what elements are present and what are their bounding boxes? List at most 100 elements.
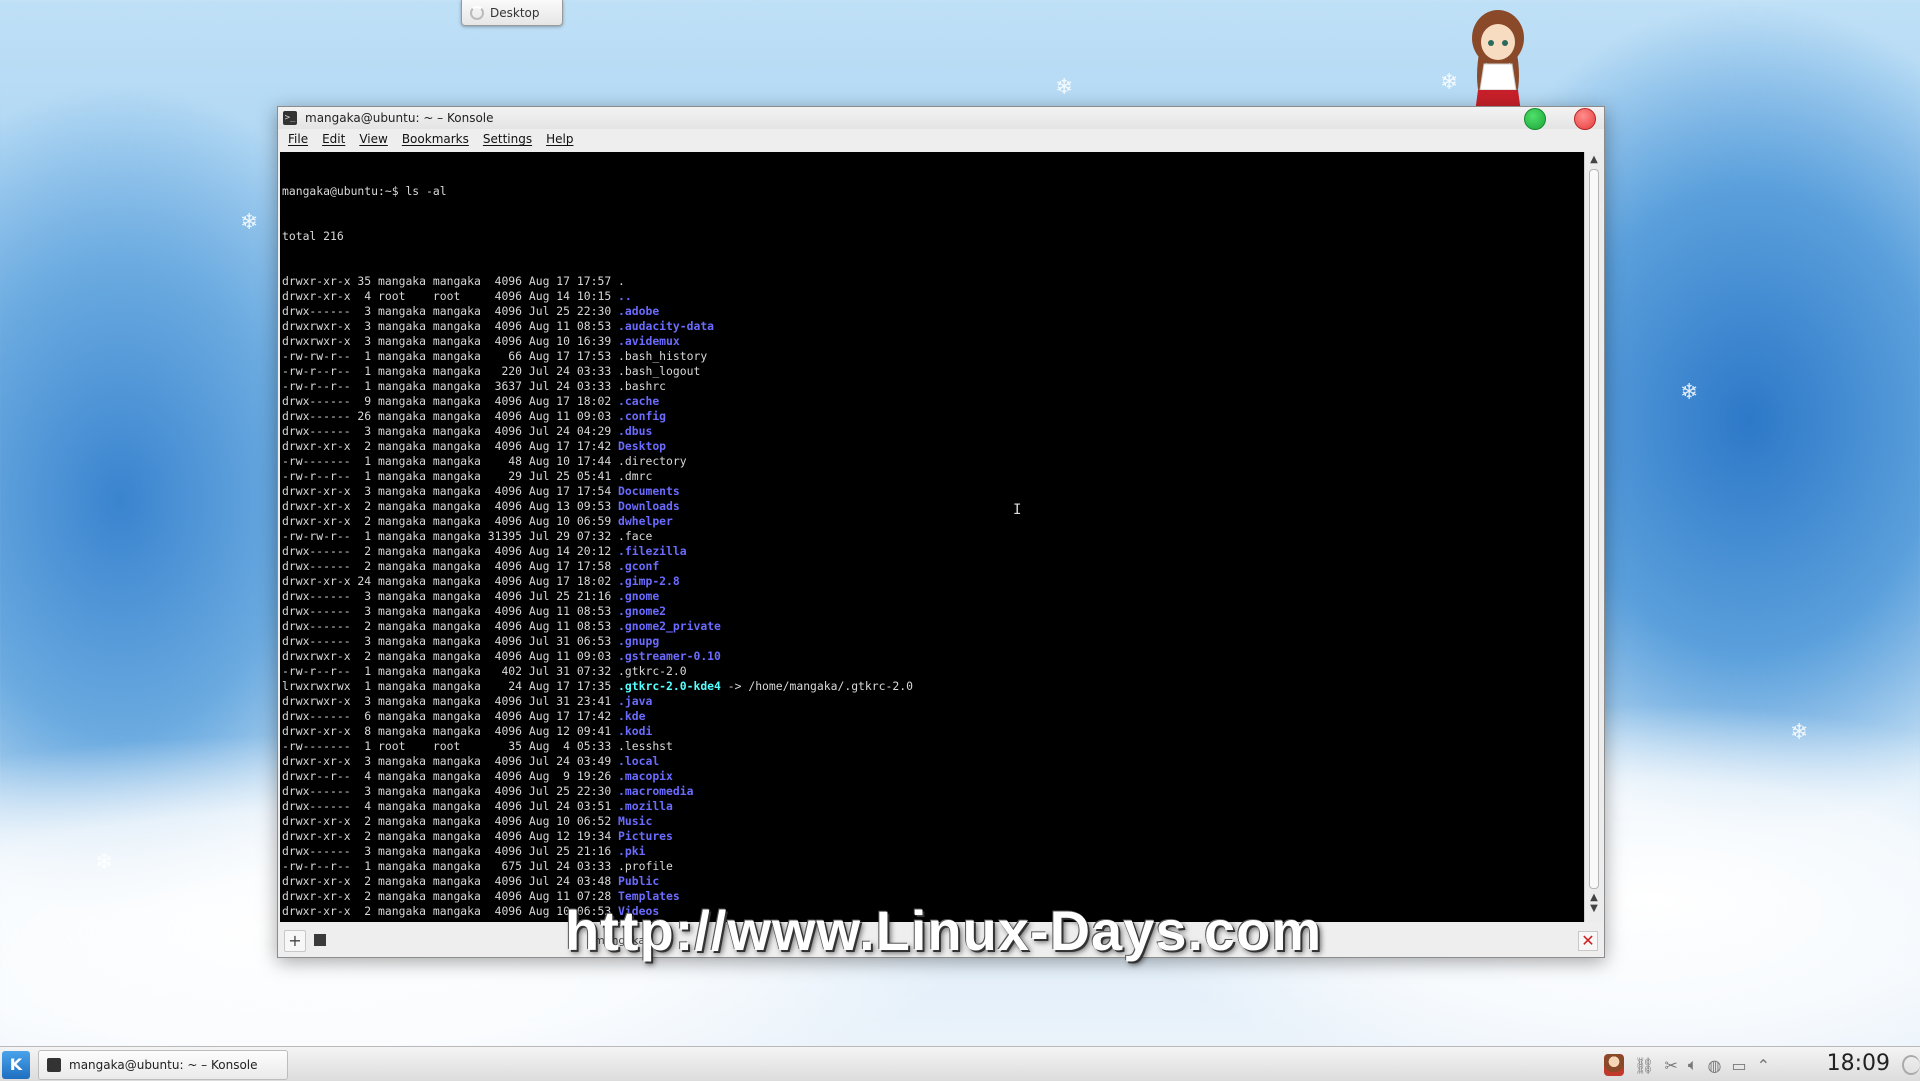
file-meta: drwxr-xr-x 2 mangaka mangaka 4096 Aug 12… [282,829,619,843]
listing-row: drwxr-xr-x 35 mangaka mangaka 4096 Aug 1… [282,274,1572,289]
listing-row: drwxrwxr-x 3 mangaka mangaka 4096 Aug 11… [282,319,1572,334]
file-meta: drwx------ 2 mangaka mangaka 4096 Aug 14… [282,544,619,558]
prompt: mangaka@ubuntu:~$ [282,184,406,198]
tools-icon[interactable]: ✂ [1664,1056,1677,1075]
desktop-pager[interactable]: Desktop [461,0,563,26]
file-name: .bash_history [618,349,708,363]
scrollbar[interactable]: ▲ ▲ ▼ [1584,152,1603,922]
file-name: .gtkrc-2.0 [618,664,687,678]
title-bar[interactable]: >_ mangaka@ubuntu: ~ – Konsole [278,107,1604,130]
file-name: Documents [618,484,680,498]
listing-row: drwxr-xr-x 2 mangaka mangaka 4096 Aug 13… [282,499,1572,514]
listing-row: -rw-r--r-- 1 mangaka mangaka 220 Jul 24 … [282,364,1572,379]
file-meta: -rw-r--r-- 1 mangaka mangaka 29 Jul 25 0… [282,469,619,483]
file-name: .cache [618,394,660,408]
clock[interactable]: 18:09 [1827,1051,1890,1076]
file-meta: drwxr-xr-x 24 mangaka mangaka 4096 Aug 1… [282,574,619,588]
listing-row: drwxr-xr-x 24 mangaka mangaka 4096 Aug 1… [282,574,1572,589]
file-meta: drwxr-xr-x 2 mangaka mangaka 4096 Aug 10… [282,514,619,528]
file-name: Desktop [618,439,667,453]
file-meta: drwxr-xr-x 3 mangaka mangaka 4096 Aug 17… [282,484,619,498]
loading-icon [470,5,484,20]
file-meta: drwxr-xr-x 4 root root 4096 Aug 14 10:15 [282,289,619,303]
watermark-text: http://www.Linux-Days.com [565,899,1323,962]
scroll-thumb[interactable] [1589,169,1599,889]
file-meta: drwx------ 2 mangaka mangaka 4096 Aug 17… [282,559,619,573]
konsole-window[interactable]: >_ mangaka@ubuntu: ~ – Konsole File Edit… [277,106,1605,958]
file-meta: drwx------ 3 mangaka mangaka 4096 Aug 11… [282,604,619,618]
file-name: .filezilla [618,544,687,558]
listing-row: drwx------ 4 mangaka mangaka 4096 Jul 24… [282,799,1572,814]
close-button[interactable] [1574,108,1596,130]
volume-icon[interactable]: 🔈︎ [1688,1055,1698,1075]
menu-file[interactable]: File [288,132,308,146]
listing-row: drwxr-xr-x 8 mangaka mangaka 4096 Aug 12… [282,724,1572,739]
arrow-up-icon[interactable]: ⌃ [1757,1056,1770,1075]
file-meta: drwxr-xr-x 2 mangaka mangaka 4096 Aug 13… [282,499,619,513]
file-name: Downloads [618,499,680,513]
listing-row: lrwxrwxrwx 1 mangaka mangaka 24 Aug 17 1… [282,679,1572,694]
display-icon[interactable]: ▭ [1731,1056,1746,1075]
file-name: .macopix [618,769,673,783]
listing-row: drwxr-xr-x 4 root root 4096 Aug 14 10:15… [282,289,1572,304]
taskbar-item-konsole[interactable]: mangaka@ubuntu: ~ – Konsole [38,1050,288,1080]
file-name: .local [618,754,660,768]
menu-edit[interactable]: Edit [322,132,345,146]
file-meta: drwx------ 3 mangaka mangaka 4096 Jul 24… [282,424,619,438]
globe-icon[interactable]: ◍ [1708,1056,1722,1075]
file-meta: drwxrwxr-x 2 mangaka mangaka 4096 Aug 11… [282,649,619,663]
listing-row: -rw------- 1 root root 35 Aug 4 05:33 .l… [282,739,1572,754]
listing-row: drwxr-xr-x 3 mangaka mangaka 4096 Aug 17… [282,484,1572,499]
listing-row: drwx------ 3 mangaka mangaka 4096 Jul 25… [282,589,1572,604]
file-name: .gnome2_private [618,619,721,633]
new-tab-button[interactable]: + [284,930,306,952]
file-meta: -rw-rw-r-- 1 mangaka mangaka 66 Aug 17 1… [282,349,619,363]
scroll-up-icon[interactable]: ▲ [1585,152,1603,168]
listing-row: drwx------ 6 mangaka mangaka 4096 Aug 17… [282,709,1572,724]
terminal-icon: >_ [283,111,297,125]
kde-menu-button[interactable]: K [2,1051,30,1079]
file-meta: drwx------ 3 mangaka mangaka 4096 Jul 25… [282,784,619,798]
file-meta: drwxrwxr-x 3 mangaka mangaka 4096 Aug 10… [282,334,619,348]
listing-row: drwx------ 3 mangaka mangaka 4096 Jul 25… [282,844,1572,859]
file-name: .gstreamer-0.10 [618,649,721,663]
command: ls -al [405,184,447,198]
menu-help[interactable]: Help [546,132,573,146]
file-meta: drwxr-xr-x 35 mangaka mangaka 4096 Aug 1… [282,274,619,288]
file-meta: -rw-r--r-- 1 mangaka mangaka 220 Jul 24 … [282,364,619,378]
snowflake-icon: ❄ [1680,380,1699,405]
file-name: .pki [618,844,646,858]
file-meta: drwx------ 9 mangaka mangaka 4096 Aug 17… [282,394,619,408]
file-name: .kde [618,709,646,723]
maximize-button[interactable] [1524,108,1546,130]
file-name: .macromedia [618,784,694,798]
listing-row: -rw-r--r-- 1 mangaka mangaka 29 Jul 25 0… [282,469,1572,484]
command-line: mangaka@ubuntu:~$ ls -al [282,184,1572,199]
terminal-output[interactable]: mangaka@ubuntu:~$ ls -al total 216 drwxr… [282,154,1572,920]
file-name: .audacity-data [618,319,715,333]
snowflake-icon: ❄ [1790,720,1809,745]
dashboard-icon[interactable] [1902,1055,1920,1075]
file-meta: drwxrwxr-x 3 mangaka mangaka 4096 Aug 11… [282,319,619,333]
close-tab-button[interactable]: ✕ [1578,931,1598,951]
taskbar: K mangaka@ubuntu: ~ – Konsole ⛓ ✂ 🔈︎ ◍ ▭… [0,1046,1920,1081]
avatar-icon[interactable] [1604,1054,1625,1076]
listing-row: -rw-rw-r-- 1 mangaka mangaka 31395 Jul 2… [282,529,1572,544]
menu-view[interactable]: View [359,132,387,146]
listing-row: drwxr-xr-x 2 mangaka mangaka 4096 Aug 17… [282,439,1572,454]
listing-row: drwx------ 3 mangaka mangaka 4096 Jul 25… [282,304,1572,319]
listing-row: drwx------ 2 mangaka mangaka 4096 Aug 14… [282,544,1572,559]
listing-row: drwx------ 3 mangaka mangaka 4096 Jul 24… [282,424,1572,439]
listing-row: drwxr-xr-x 2 mangaka mangaka 4096 Aug 10… [282,814,1572,829]
listing-row: drwx------ 3 mangaka mangaka 4096 Jul 31… [282,634,1572,649]
listing-row: drwx------ 9 mangaka mangaka 4096 Aug 17… [282,394,1572,409]
snowflake-icon: ❄ [1055,75,1074,100]
network-icon[interactable]: ⛓ [1634,1056,1654,1075]
menu-bookmarks[interactable]: Bookmarks [402,132,469,146]
listing-row: drwx------ 3 mangaka mangaka 4096 Jul 25… [282,784,1572,799]
terminal-area[interactable]: mangaka@ubuntu:~$ ls -al total 216 drwxr… [280,152,1585,922]
file-name: .bashrc [618,379,667,393]
file-name: .gnome [618,589,660,603]
menu-settings[interactable]: Settings [483,132,532,146]
scroll-down-icon[interactable]: ▲ ▼ [1585,892,1603,922]
